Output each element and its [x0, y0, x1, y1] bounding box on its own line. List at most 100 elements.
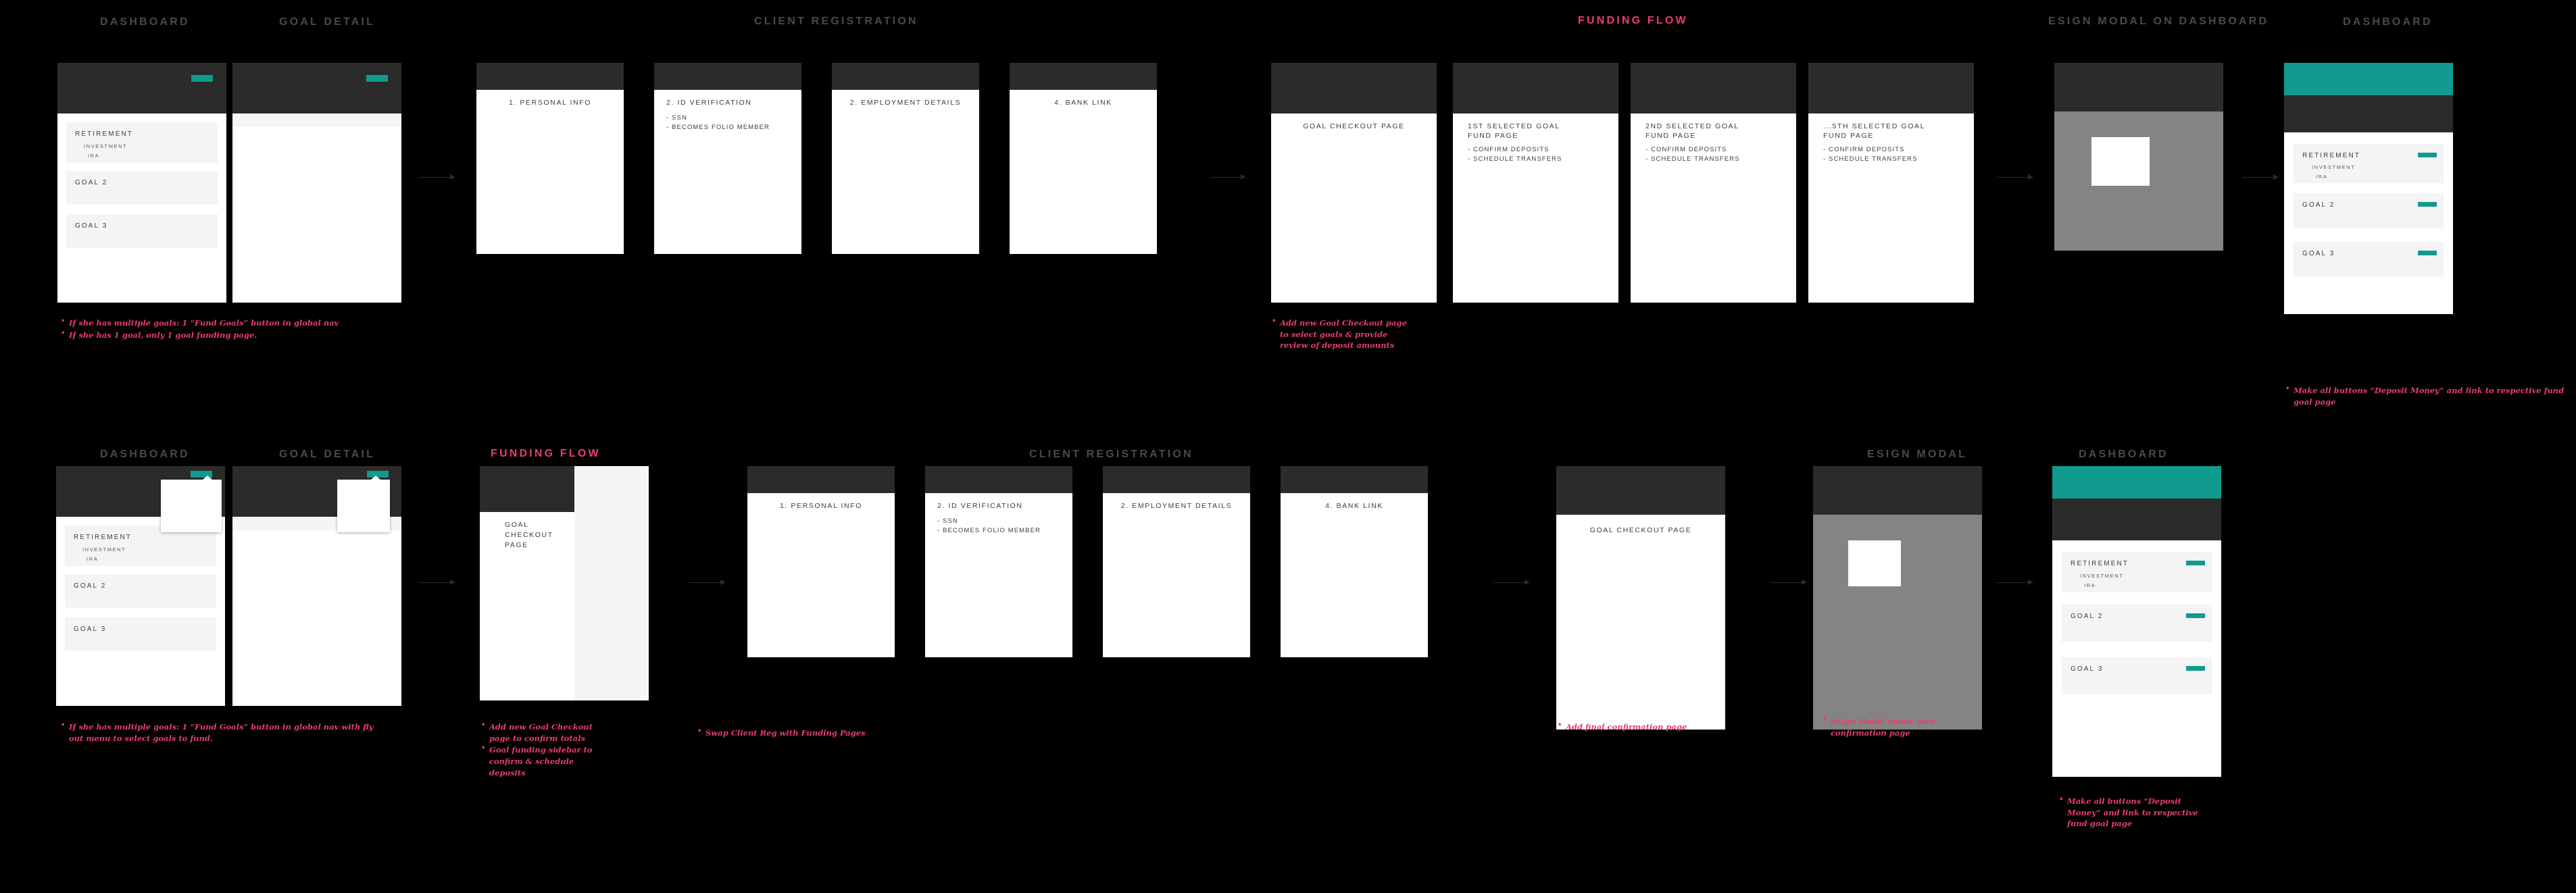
goal-title: GOAL 2 [2302, 201, 2335, 209]
esign-modal[interactable] [1848, 540, 1901, 586]
goal-subitem: INVESTMENT [2312, 164, 2356, 170]
goal-row-goal-2[interactable]: GOAL 2 [2294, 193, 2444, 228]
card-title: 1. PERSONAL INFO [508, 99, 592, 107]
goal-row-goal-2[interactable]: GOAL 2 [65, 574, 216, 608]
goal-checkout-confirmation-card-r2[interactable]: GOAL CHECKOUT PAGE [1556, 466, 1725, 730]
dashboard-card-r1[interactable]: RETIREMENT INVESTMENT IRA GOAL 2 GOAL 3 [57, 63, 226, 303]
fund-goals-button[interactable] [366, 75, 388, 82]
funding-2nd-goal-card-r1[interactable]: 2ND SELECTED GOAL FUND PAGE - CONFIRM DE… [1631, 63, 1796, 303]
goal-funding-sidebar[interactable] [574, 466, 649, 700]
annotation-item: Add final confirmation page [1556, 721, 1691, 733]
goal-row-retirement[interactable]: RETIREMENT INVESTMENT IRA [66, 122, 218, 163]
section-label-dashboard-final-r2: DASHBOARD [2079, 449, 2169, 460]
annotation-item: If she has 1 goal, only 1 goal funding p… [59, 329, 397, 341]
goal-subitem: IRA [2316, 174, 2328, 180]
teal-banner [2284, 63, 2453, 95]
esign-modal[interactable] [2091, 137, 2150, 186]
goal-detail-subheader [232, 113, 401, 127]
client-reg-step-2-r2[interactable]: 2. ID VERIFICATION - SSN - BECOMES FOLIO… [925, 466, 1072, 657]
nav-bar [2054, 63, 2223, 111]
card-details: - CONFIRM DEPOSITS - SCHEDULE TRANSFERS [1823, 146, 1918, 163]
deposit-money-button[interactable] [2418, 251, 2437, 255]
card-title: GOAL CHECKOUT PAGE [1589, 526, 1692, 534]
section-label-dashboard-r2: DASHBOARD [100, 449, 190, 460]
global-nav-bar [232, 63, 401, 113]
card-details: - SSN - BECOMES FOLIO MEMBER [666, 114, 770, 132]
nav-bar [1813, 466, 1982, 515]
funding-5th-goal-card-r1[interactable]: ...5TH SELECTED GOAL FUND PAGE - CONFIRM… [1808, 63, 1974, 303]
client-reg-step-3-r1[interactable]: 2. EMPLOYMENT DETAILS [832, 63, 979, 254]
goal-title: RETIREMENT [75, 130, 133, 138]
client-reg-step-4-r1[interactable]: 4. BANK LINK [1010, 63, 1157, 254]
goal-row-retirement[interactable]: RETIREMENT INVESTMENT IRA [2294, 144, 2444, 183]
section-label-goal-detail-r2: GOAL DETAIL [279, 449, 376, 460]
goal-row-goal-3[interactable]: GOAL 3 [2062, 657, 2212, 694]
goal-detail-card-r2[interactable] [232, 466, 401, 706]
goal-row-goal-3[interactable]: GOAL 3 [65, 617, 216, 651]
annotation-confirmation-r2: Add final confirmation page [1556, 721, 1691, 734]
fund-goals-button[interactable] [191, 75, 213, 82]
flow-arrow [1493, 580, 1530, 585]
dashboard-final-card-r2[interactable]: RETIREMENT INVESTMENT IRA GOAL 2 GOAL 3 [2052, 466, 2221, 777]
goal-row-goal-2[interactable]: GOAL 2 [2062, 605, 2212, 642]
goal-title: GOAL 3 [2302, 250, 2335, 257]
funding-goal-checkout-card-r2[interactable]: GOAL CHECKOUT PAGE [480, 466, 649, 700]
deposit-money-button[interactable] [2186, 613, 2205, 618]
deposit-money-button[interactable] [2186, 666, 2205, 671]
goal-row-retirement[interactable]: RETIREMENT INVESTMENT IRA [2062, 552, 2212, 592]
annotation-item: Goal funding sidebar to confirm & schedu… [480, 744, 612, 778]
client-reg-step-1-r2[interactable]: 1. PERSONAL INFO [747, 466, 895, 657]
teal-banner [2052, 466, 2221, 499]
flow-arrow [1770, 580, 1807, 585]
deposit-money-button[interactable] [2418, 202, 2437, 207]
goal-row-goal-3[interactable]: GOAL 3 [2294, 242, 2444, 277]
nav-bar [654, 63, 801, 90]
funding-1st-goal-card-r1[interactable]: 1ST SELECTED GOAL FUND PAGE - CONFIRM DE… [1453, 63, 1618, 303]
annotation-swap-r2: Swap Client Reg with Funding Pages [696, 727, 966, 740]
annotation-dashboard-final-r1: Make all buttons “Deposit Money” and lin… [2284, 384, 2568, 408]
card-title: GOAL CHECKOUT PAGE [505, 521, 553, 550]
card-details: - CONFIRM DEPOSITS - SCHEDULE TRANSFERS [1645, 146, 1740, 163]
dashboard-final-card-r1[interactable]: RETIREMENT INVESTMENT IRA GOAL 2 GOAL 3 [2284, 63, 2453, 314]
card-title: 1ST SELECTED GOAL FUND PAGE [1468, 122, 1560, 141]
goal-row-goal-3[interactable]: GOAL 3 [66, 214, 218, 248]
goal-subitem: INVESTMENT [84, 143, 128, 149]
goal-row-goal-2[interactable]: GOAL 2 [66, 171, 218, 205]
esign-modal-card-r2[interactable] [1813, 466, 1982, 730]
goal-title: GOAL 2 [75, 179, 108, 186]
deposit-money-button[interactable] [2418, 153, 2437, 157]
annotation-item: Add new Goal Checkout page to select goa… [1270, 317, 1412, 351]
card-title: ...5TH SELECTED GOAL FUND PAGE [1823, 122, 1926, 141]
card-details: - CONFIRM DEPOSITS - SCHEDULE TRANSFERS [1468, 146, 1562, 163]
client-reg-step-3-r2[interactable]: 2. EMPLOYMENT DETAILS [1103, 466, 1250, 657]
goal-detail-card-r1[interactable] [232, 63, 401, 303]
flow-arrow [689, 580, 726, 585]
nav-bar [1808, 63, 1974, 113]
card-title: 2. EMPLOYMENT DETAILS [849, 99, 962, 107]
dashboard-card-r2[interactable]: RETIREMENT INVESTMENT IRA GOAL 2 GOAL 3 [56, 466, 225, 706]
annotation-item: Make all buttons “Deposit Money” and lin… [2058, 795, 2206, 830]
esign-modal-on-dashboard-card-r1[interactable] [2054, 63, 2223, 251]
section-label-funding-flow-r1: FUNDING FLOW [1578, 15, 1688, 26]
card-title: GOAL CHECKOUT PAGE [1303, 122, 1405, 130]
fund-goals-flyout-menu[interactable] [337, 476, 390, 532]
flow-arrow [1210, 174, 1246, 180]
flow-diagram-canvas: DASHBOARD GOAL DETAIL CLIENT REGISTRATIO… [0, 0, 2576, 893]
fund-goals-flyout-menu[interactable] [161, 476, 222, 532]
funding-goal-checkout-card-r1[interactable]: GOAL CHECKOUT PAGE [1271, 63, 1437, 303]
deposit-money-button[interactable] [2186, 561, 2205, 565]
client-reg-step-1-r1[interactable]: 1. PERSONAL INFO [476, 63, 624, 254]
goal-subitem: IRA [88, 153, 100, 159]
nav-bar [1271, 63, 1437, 113]
client-reg-step-4-r2[interactable]: 4. BANK LINK [1281, 466, 1428, 657]
nav-bar [476, 63, 624, 90]
card-title: 2. ID VERIFICATION [937, 502, 1023, 510]
nav-bar [832, 63, 979, 90]
annotation-funding-r2: Add new Goal Checkout page to confirm to… [480, 721, 612, 779]
section-label-client-registration-r2: CLIENT REGISTRATION [1029, 449, 1193, 460]
flow-arrow [1997, 174, 2033, 180]
annotation-dashboard-r2: If she has multiple goals: 1 “Fund Goals… [59, 721, 377, 744]
flow-arrow [419, 174, 455, 180]
client-reg-step-2-r1[interactable]: 2. ID VERIFICATION - SSN - BECOMES FOLIO… [654, 63, 801, 254]
goal-title: RETIREMENT [2302, 152, 2360, 159]
